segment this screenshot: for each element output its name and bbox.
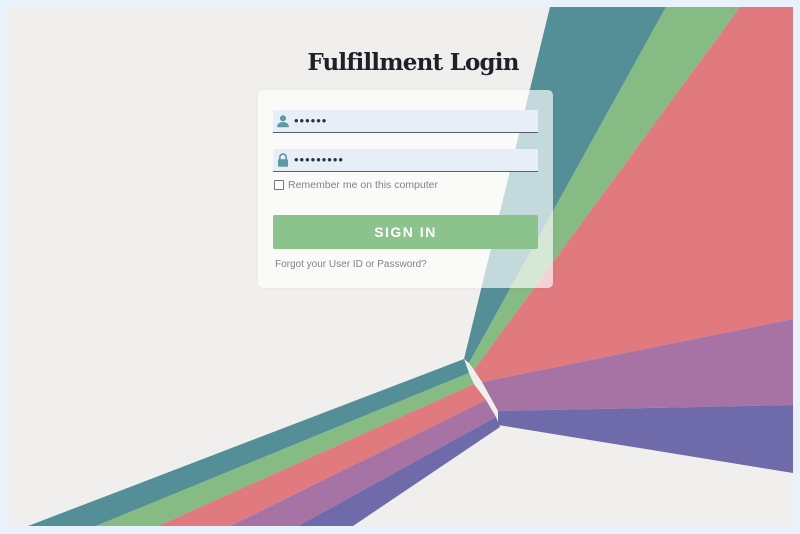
password-value: ••••••••• [294,152,344,167]
remember-me-option[interactable]: Remember me on this computer [274,179,438,191]
sign-in-button[interactable]: SIGN IN [273,215,538,249]
lock-icon [278,153,288,167]
page-title: Fulfillment Login [307,49,519,76]
login-card: •••••• ••••••••• Remember me on this com… [258,90,553,288]
remember-me-checkbox[interactable] [274,180,284,190]
password-field[interactable]: ••••••••• [273,149,538,172]
remember-me-label: Remember me on this computer [288,179,438,191]
username-field[interactable]: •••••• [273,110,538,133]
forgot-credentials-link[interactable]: Forgot your User ID or Password? [275,259,427,270]
page-frame: Fulfillment Login •••••• ••••••••• Remem… [8,7,793,526]
username-value: •••••• [294,113,328,128]
user-icon [277,115,289,128]
indigo-wedge-right [498,405,793,473]
